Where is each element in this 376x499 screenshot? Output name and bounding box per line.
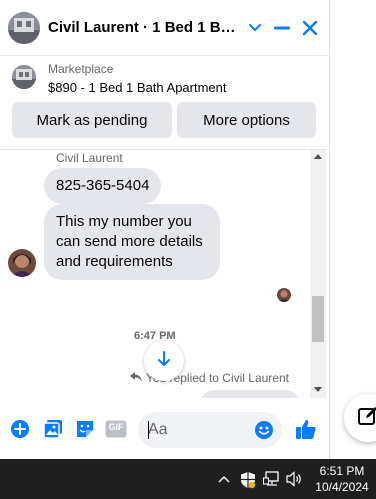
outgoing-message-bubble[interactable] [200, 390, 300, 398]
windows-taskbar: 6:51 PM 10/4/2024 [0, 459, 376, 499]
message-scrollbar[interactable] [310, 150, 326, 398]
scroll-up-arrow-icon[interactable] [314, 154, 322, 159]
message-input-box[interactable] [138, 412, 282, 448]
message-line: and requirements [56, 253, 173, 270]
marketplace-bar: Marketplace $890 - 1 Bed 1 Bath Apartmen… [0, 56, 330, 150]
listing-thumbnail [8, 12, 40, 44]
emoji-icon[interactable] [254, 420, 274, 445]
scroll-down-arrow-icon[interactable] [314, 387, 322, 392]
chevron-down-icon[interactable] [243, 16, 267, 40]
gif-label: GIF [108, 422, 124, 432]
scrollbar-thumb[interactable] [312, 296, 324, 342]
message-composer: GIF [0, 404, 330, 456]
listing-title[interactable]: $890 - 1 Bed 1 Bath Apartment [48, 80, 227, 95]
network-icon[interactable] [263, 471, 281, 487]
minimize-icon[interactable] [270, 16, 294, 40]
new-message-button[interactable] [344, 394, 376, 442]
read-receipt-avatar [277, 288, 291, 302]
clock-date: 10/4/2024 [315, 480, 369, 494]
taskbar-clock[interactable]: 6:51 PM 10/4/2024 [312, 463, 372, 495]
reply-arrow-icon [130, 371, 142, 385]
message-input[interactable] [148, 420, 248, 440]
compose-icon [358, 406, 376, 431]
gif-icon[interactable]: GIF [105, 417, 127, 441]
chat-title[interactable]: Civil Laurent · 1 Bed 1 Bath… [48, 19, 240, 36]
avatar[interactable] [8, 249, 36, 277]
plus-circle-icon[interactable] [8, 417, 32, 441]
message-list: Civil Laurent 825-365-5404 This my numbe… [0, 150, 310, 398]
photo-icon[interactable] [41, 417, 65, 441]
message-bubble[interactable]: 825-365-5404 [44, 168, 162, 204]
more-options-button[interactable]: More options [177, 102, 316, 138]
marketplace-label: Marketplace [48, 62, 114, 76]
message-line: can send more details [56, 233, 203, 250]
chat-header[interactable]: Civil Laurent · 1 Bed 1 Bath… [0, 0, 330, 56]
message-timestamp: 6:47 PM [134, 330, 176, 342]
close-icon[interactable] [298, 16, 322, 40]
arrow-down-icon [157, 350, 171, 372]
volume-icon[interactable] [286, 471, 304, 487]
scroll-to-bottom-button[interactable] [144, 341, 184, 381]
message-bubble[interactable]: This my number you can send more details… [44, 204, 220, 280]
chevron-up-icon[interactable] [216, 471, 232, 487]
thumbs-up-icon[interactable] [294, 417, 318, 441]
chat-window: Civil Laurent · 1 Bed 1 Bath… Marketplac… [0, 0, 330, 459]
sender-name: Civil Laurent [56, 151, 123, 165]
clock-time: 6:51 PM [319, 464, 365, 478]
security-shield-icon[interactable] [239, 471, 257, 489]
text-caret [148, 421, 149, 439]
sticker-icon[interactable] [73, 417, 97, 441]
listing-thumbnail-small [12, 65, 36, 89]
mark-as-pending-button[interactable]: Mark as pending [12, 102, 172, 138]
message-line: This my number you [56, 213, 192, 230]
